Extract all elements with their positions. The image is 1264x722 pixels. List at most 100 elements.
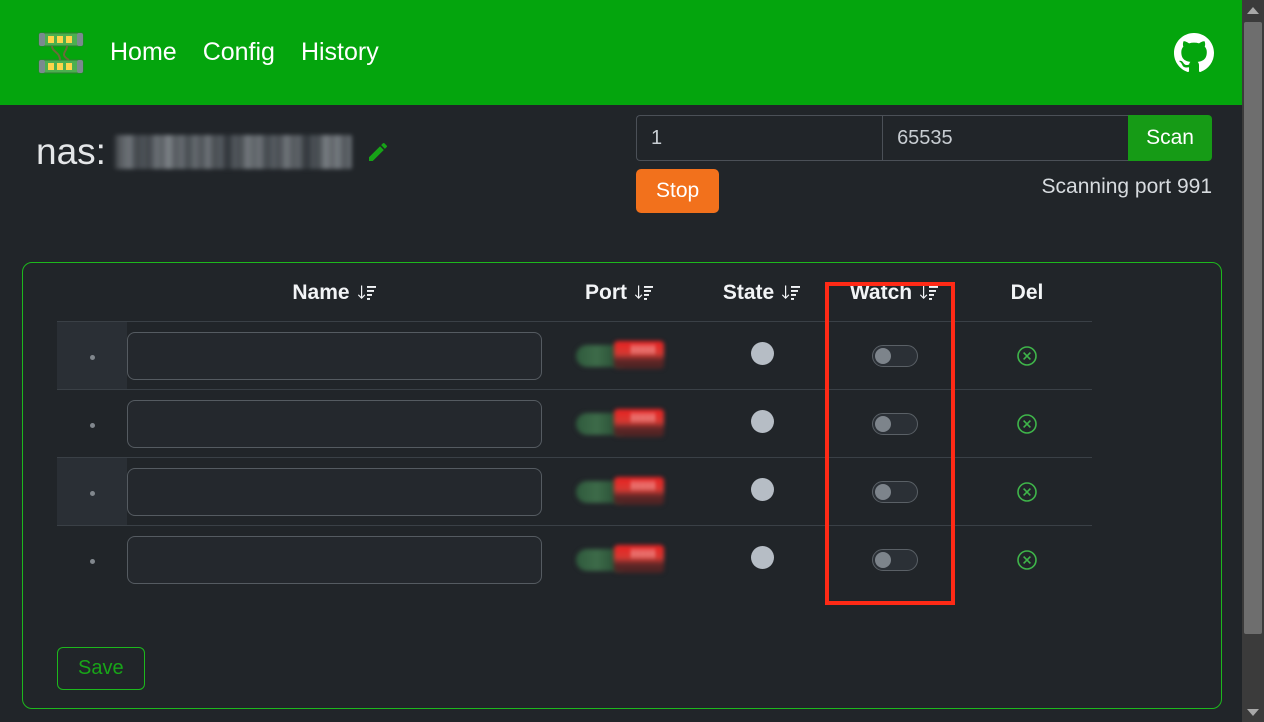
th-port[interactable]: Port (542, 263, 697, 322)
th-name-label: Name (292, 281, 350, 304)
th-del-label: Del (1010, 281, 1044, 304)
page-content: Home Config History nas: 1 65535 Scan St… (0, 0, 1242, 722)
sort-descending-icon[interactable] (357, 283, 377, 303)
row-port-cell (542, 389, 697, 458)
th-name[interactable]: Name (127, 263, 542, 322)
row-marker-cell (57, 389, 127, 458)
th-watch[interactable]: Watch (827, 263, 962, 322)
nav-link-home[interactable]: Home (110, 40, 177, 65)
th-dot (57, 263, 127, 322)
row-port-cell (542, 321, 697, 390)
name-input[interactable] (127, 467, 542, 516)
state-indicator-icon (750, 409, 774, 433)
row-marker-cell (57, 321, 127, 390)
sort-descending-icon[interactable] (919, 283, 939, 303)
nav-links: Home Config History (110, 40, 379, 65)
port-badges-redacted (574, 544, 666, 575)
toggle-knob (874, 347, 891, 364)
port-badge-closed (613, 476, 664, 505)
watch-toggle[interactable] (871, 548, 918, 571)
port-from-input[interactable] (636, 115, 883, 161)
host-value-redacted (113, 134, 352, 169)
scan-controls: Scan Stop Scanning port 991 (636, 115, 1212, 221)
name-input[interactable] (127, 535, 542, 584)
delete-circle-icon[interactable] (1015, 548, 1039, 572)
watch-toggle[interactable] (871, 412, 918, 435)
navbar: Home Config History (0, 0, 1242, 105)
scroll-down-arrow-icon[interactable] (1242, 702, 1264, 722)
row-state-cell (697, 525, 827, 594)
row-marker-cell (57, 525, 127, 594)
state-indicator-icon (750, 341, 774, 365)
table-row (57, 457, 1092, 526)
row-state-cell (697, 389, 827, 458)
row-name-cell (127, 389, 542, 458)
th-port-label: Port (585, 281, 627, 304)
table-row (57, 389, 1092, 458)
row-name-cell (127, 321, 542, 390)
row-name-cell (127, 525, 542, 594)
watch-toggle[interactable] (871, 344, 918, 367)
th-watch-label: Watch (849, 281, 913, 304)
toggle-knob (874, 551, 891, 568)
scrollbar-thumb[interactable] (1244, 22, 1262, 634)
port-badge-closed (613, 544, 664, 573)
row-del-cell (962, 321, 1092, 390)
sort-descending-icon[interactable] (781, 283, 801, 303)
delete-circle-icon[interactable] (1015, 480, 1039, 504)
port-badge-closed (613, 340, 664, 369)
th-state[interactable]: State (697, 263, 827, 322)
scrollbar-track-bottom[interactable] (1242, 634, 1264, 702)
network-switch-logo-icon[interactable] (36, 30, 86, 76)
row-dot-icon (89, 490, 95, 496)
toggle-knob (874, 483, 891, 500)
host-title: nas: (36, 133, 390, 170)
scroll-up-arrow-icon[interactable] (1242, 0, 1264, 20)
scan-status-text: Scanning port 991 (1041, 175, 1212, 198)
toggle-knob (874, 415, 891, 432)
navbar-right (1174, 32, 1214, 73)
ports-card: Name Port State Watch Del Save (22, 262, 1222, 709)
row-watch-cell (827, 525, 962, 594)
app-window: Home Config History nas: 1 65535 Scan St… (0, 0, 1264, 722)
row-del-cell (962, 389, 1092, 458)
row-watch-cell (827, 321, 962, 390)
table-row (57, 321, 1092, 390)
header-row: nas: Scan Stop Scanning port 991 (0, 105, 1242, 235)
port-badge-closed (613, 408, 664, 437)
state-indicator-icon (750, 477, 774, 501)
save-button[interactable]: Save (57, 647, 145, 690)
github-icon[interactable] (1174, 32, 1214, 73)
ports-table: Name Port State Watch Del (57, 263, 1092, 594)
table-head: Name Port State Watch Del (57, 263, 1092, 322)
row-del-cell (962, 525, 1092, 594)
watch-toggle[interactable] (871, 480, 918, 503)
row-watch-cell (827, 389, 962, 458)
name-input[interactable] (127, 331, 542, 380)
table-body (57, 321, 1092, 594)
table-header-row: Name Port State Watch Del (57, 263, 1092, 322)
row-dot-icon (89, 558, 95, 564)
row-port-cell (542, 457, 697, 526)
row-watch-cell (827, 457, 962, 526)
port-to-input[interactable] (882, 115, 1129, 161)
name-input[interactable] (127, 399, 542, 448)
scan-status-row: Stop Scanning port 991 (636, 165, 1212, 221)
row-state-cell (697, 457, 827, 526)
scan-button[interactable]: Scan (1128, 115, 1212, 161)
row-port-cell (542, 525, 697, 594)
row-name-cell (127, 457, 542, 526)
stop-button[interactable]: Stop (636, 169, 720, 213)
vertical-scrollbar[interactable] (1242, 0, 1264, 722)
state-indicator-icon (750, 545, 774, 569)
pencil-icon[interactable] (366, 140, 390, 164)
nav-link-history[interactable]: History (301, 40, 379, 65)
sort-descending-icon[interactable] (634, 283, 654, 303)
delete-circle-icon[interactable] (1015, 412, 1039, 436)
port-range-input-group: Scan (636, 115, 1212, 161)
row-marker-cell (57, 457, 127, 526)
nav-link-config[interactable]: Config (203, 40, 275, 65)
delete-circle-icon[interactable] (1015, 344, 1039, 368)
row-state-cell (697, 321, 827, 390)
port-badges-redacted (574, 408, 666, 439)
